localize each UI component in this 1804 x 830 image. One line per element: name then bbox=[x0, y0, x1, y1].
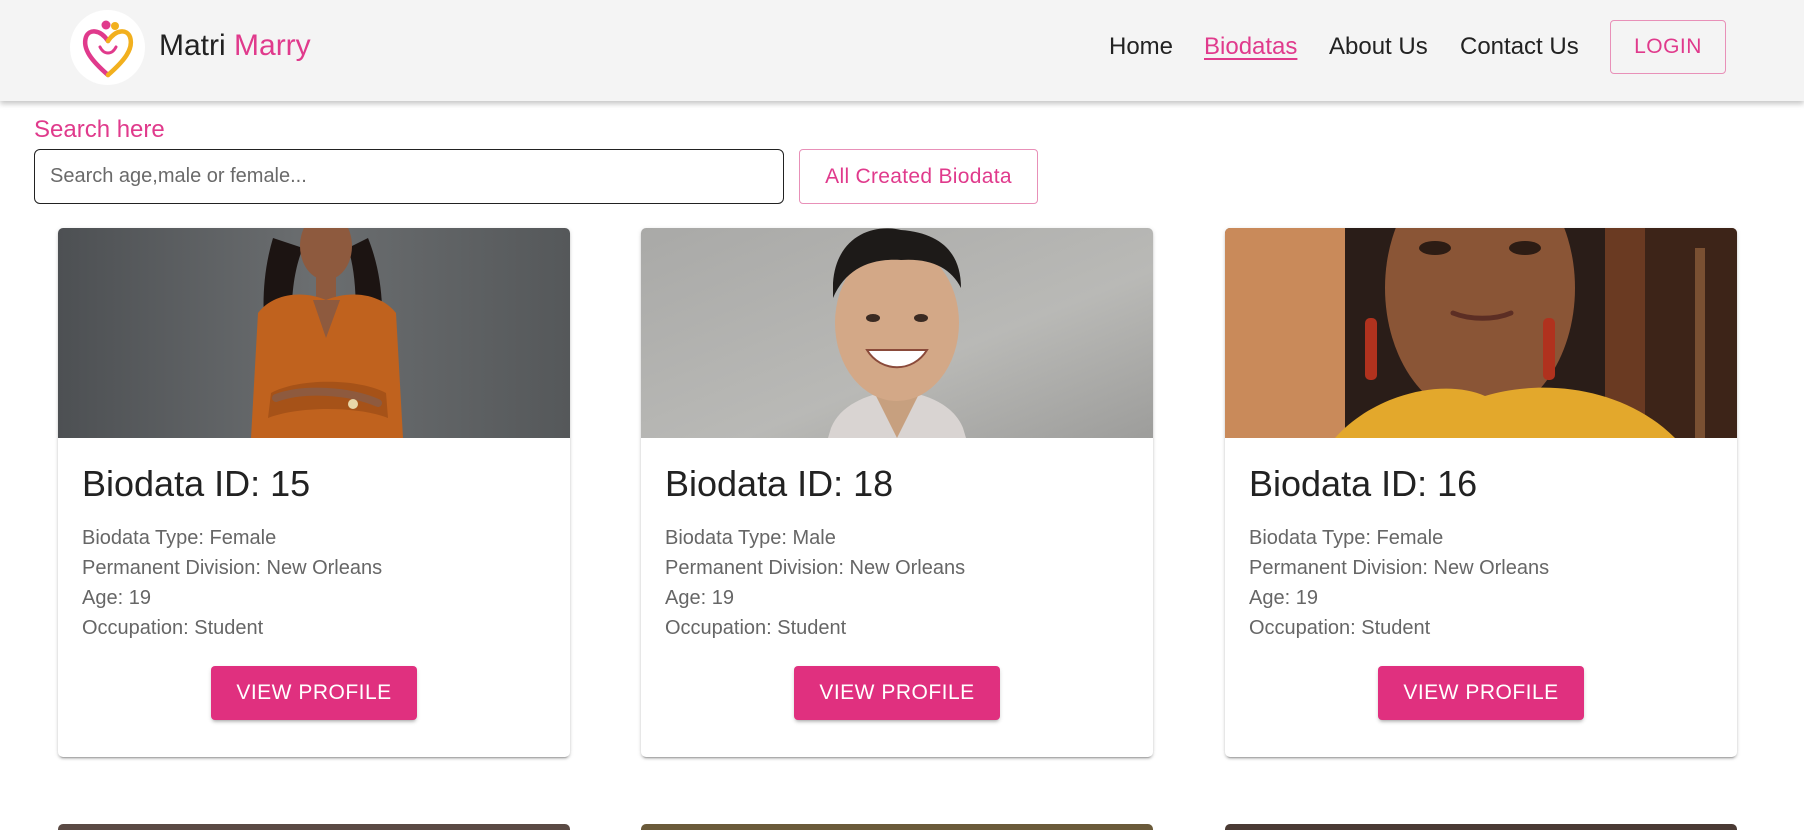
permanent-division: Permanent Division: New Orleans bbox=[1249, 557, 1550, 579]
search-input[interactable] bbox=[34, 149, 784, 204]
permanent-division: Permanent Division: New Orleans bbox=[82, 557, 383, 579]
heart-logo-icon bbox=[82, 20, 133, 77]
nav-contact-us[interactable]: Contact Us bbox=[1460, 33, 1579, 61]
view-profile-button[interactable]: VIEW PROFILE bbox=[794, 666, 1000, 720]
age: Age: 19 bbox=[1249, 587, 1318, 609]
nav-biodatas[interactable]: Biodatas bbox=[1204, 33, 1297, 61]
biodata-card: Biodata ID: 16 Biodata Type: Female Perm… bbox=[1225, 228, 1737, 757]
age: Age: 19 bbox=[665, 587, 734, 609]
profile-photo bbox=[641, 228, 1153, 438]
occupation: Occupation: Student bbox=[1249, 617, 1431, 639]
biodata-id: Biodata ID: 16 bbox=[1249, 463, 1478, 504]
permanent-division: Permanent Division: New Orleans bbox=[665, 557, 966, 579]
biodata-card: Biodata ID: 18 Biodata Type: Male Perman… bbox=[641, 228, 1153, 757]
login-button[interactable]: LOGIN bbox=[1610, 20, 1726, 74]
biodata-card: Biodata ID: 15 Biodata Type: Female Perm… bbox=[58, 228, 570, 757]
biodata-id: Biodata ID: 18 bbox=[665, 463, 894, 504]
next-row-card bbox=[58, 824, 570, 830]
logo[interactable] bbox=[70, 10, 145, 85]
biodata-type: Biodata Type: Male bbox=[665, 527, 836, 549]
all-created-biodata-button[interactable]: All Created Biodata bbox=[799, 149, 1038, 204]
occupation: Occupation: Student bbox=[82, 617, 264, 639]
nav-about-us[interactable]: About Us bbox=[1329, 33, 1428, 61]
brand-name[interactable]: Matri Marry bbox=[159, 28, 311, 64]
search-label: Search here bbox=[34, 116, 165, 143]
view-profile-button[interactable]: VIEW PROFILE bbox=[1378, 666, 1584, 720]
profile-photo bbox=[1225, 228, 1737, 438]
biodata-type: Biodata Type: Female bbox=[1249, 527, 1444, 549]
profile-photo bbox=[58, 228, 570, 438]
biodata-id: Biodata ID: 15 bbox=[82, 463, 311, 504]
occupation: Occupation: Student bbox=[665, 617, 847, 639]
navbar: Matri Marry Home Biodatas About Us Conta… bbox=[0, 0, 1804, 101]
brand-first: Matri bbox=[159, 29, 226, 62]
biodata-type: Biodata Type: Female bbox=[82, 527, 277, 549]
brand-second: Marry bbox=[234, 29, 311, 62]
age: Age: 19 bbox=[82, 587, 151, 609]
nav-home[interactable]: Home bbox=[1109, 33, 1173, 61]
view-profile-button[interactable]: VIEW PROFILE bbox=[211, 666, 417, 720]
next-row-card bbox=[1225, 824, 1737, 830]
next-row-card bbox=[641, 824, 1153, 830]
